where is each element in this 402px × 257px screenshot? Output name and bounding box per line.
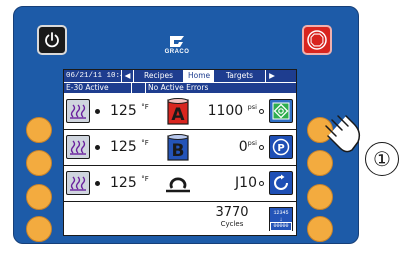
indicator-ring	[259, 109, 264, 114]
hand-pointer-icon	[325, 115, 361, 153]
indicator-ring	[259, 181, 264, 186]
park-icon: P	[272, 138, 290, 156]
row-a: 125 °F A 1100 psi	[64, 94, 296, 130]
svg-text:P: P	[277, 143, 284, 154]
power-icon	[45, 32, 59, 48]
temperature-b: 125 °F	[110, 139, 149, 155]
arrow-right-icon[interactable]: ▶	[266, 70, 278, 82]
recirculate-button[interactable]	[269, 171, 293, 195]
indicator-dot	[95, 181, 100, 186]
brand-name: GRACO	[164, 49, 190, 55]
pressure-b: 0psi	[238, 139, 257, 155]
start-button[interactable]	[269, 99, 293, 123]
cycle-label: Cycles	[220, 220, 244, 228]
heat-icon	[70, 140, 86, 155]
temperature-hose: 125 °F	[110, 175, 149, 191]
start-icon	[272, 102, 290, 120]
graco-g-icon	[170, 36, 184, 47]
heat-button-a[interactable]	[66, 99, 90, 123]
heat-button-b[interactable]	[66, 135, 90, 159]
softkey-right-4[interactable]	[307, 216, 333, 242]
tab-recipes[interactable]: Recipes	[134, 70, 184, 82]
hose-icon	[166, 177, 190, 193]
system-mode: E-30 Active	[64, 83, 132, 93]
row-cycles: 3770 Cycles 12345 ↓ 00000	[64, 202, 296, 235]
indicator-dot	[95, 109, 100, 114]
heat-icon	[70, 104, 86, 119]
reset-counter-button[interactable]: 12345 ↓ 00000	[269, 207, 293, 231]
tab-home[interactable]: Home	[184, 70, 214, 82]
stop-icon	[307, 30, 327, 50]
pump-a-icon: A	[167, 98, 189, 125]
softkey-left-4[interactable]	[26, 216, 52, 242]
cycle-counter: 3770 Cycles	[209, 205, 255, 229]
cycle-count: 3770	[215, 205, 249, 220]
stop-button[interactable]	[302, 25, 332, 55]
softkey-left-2[interactable]	[26, 150, 52, 176]
callout-marker: ①	[365, 142, 399, 176]
recirculate-icon	[274, 174, 288, 190]
row-hose: 125 °F J10	[64, 166, 296, 202]
pump-b-icon: B	[167, 134, 189, 161]
heat-button-hose[interactable]	[66, 171, 90, 195]
status-bar: E-30 Active No Active Errors	[64, 82, 296, 93]
softkey-left-3[interactable]	[26, 184, 52, 210]
temperature-a: 125 °F	[110, 103, 149, 119]
tab-targets[interactable]: Targets	[214, 70, 266, 82]
indicator-dot	[95, 145, 100, 150]
display-screen: 06/21/11 10:43 ◀ Recipes Home Targets ▶ …	[63, 69, 297, 236]
heat-icon	[70, 176, 86, 191]
menu-bar: 06/21/11 10:43 ◀ Recipes Home Targets ▶	[64, 70, 296, 82]
row-b: 125 °F B 0psi P	[64, 130, 296, 166]
pump-a-label: A	[171, 105, 185, 125]
date-time: 06/21/11 10:43	[66, 70, 122, 82]
park-button[interactable]: P	[269, 135, 293, 159]
power-button[interactable]	[37, 25, 67, 55]
spray-mix-chamber: J10	[235, 175, 257, 191]
pressure-a: 1100 psi	[207, 103, 257, 119]
indicator-ring	[259, 145, 264, 150]
softkey-left-1[interactable]	[26, 117, 52, 143]
reset-count-line-2: 00000	[270, 222, 292, 231]
pump-b-label: B	[172, 141, 185, 161]
error-status: No Active Errors	[148, 83, 209, 92]
graco-logo: GRACO	[162, 32, 192, 55]
softkey-right-3[interactable]	[307, 184, 333, 210]
arrow-left-icon[interactable]: ◀	[122, 70, 134, 82]
